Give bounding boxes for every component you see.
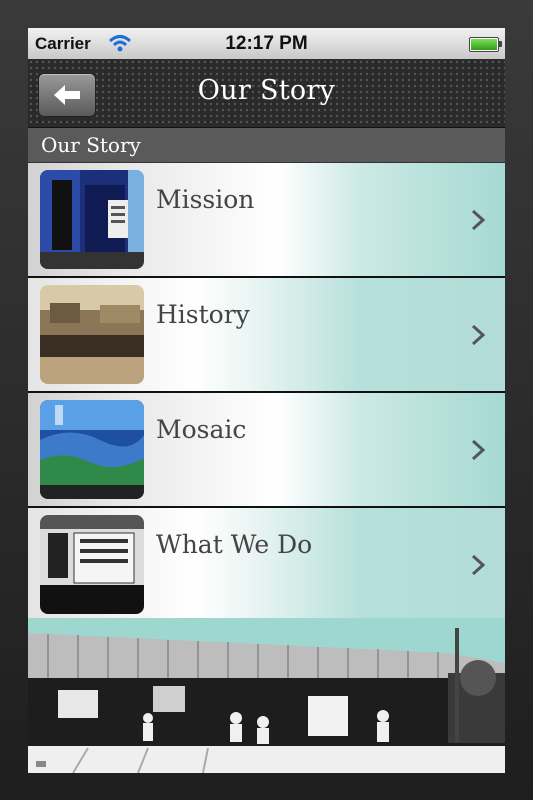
scroll-indicator	[36, 761, 46, 767]
chevron-right-icon	[471, 209, 486, 231]
mission-thumbnail	[40, 170, 144, 269]
battery-tip	[499, 41, 502, 47]
device-frame: Carrier 12:17 PM Our Story Our Story Mis…	[0, 0, 533, 800]
chevron-right-icon	[471, 324, 486, 346]
page-title: Our Story	[197, 75, 336, 106]
battery-fill	[471, 39, 497, 50]
screen: Carrier 12:17 PM Our Story Our Story Mis…	[28, 28, 505, 773]
row-label: What We Do	[156, 530, 313, 559]
section-header: Our Story	[28, 128, 505, 163]
list-item-mosaic[interactable]: Mosaic	[28, 393, 505, 508]
section-header-label: Our Story	[41, 133, 141, 157]
chevron-right-icon	[471, 439, 486, 461]
navigation-bar: Our Story	[28, 59, 505, 128]
row-label: Mission	[156, 185, 255, 214]
clock: 12:17 PM	[225, 33, 308, 54]
status-bar: Carrier 12:17 PM	[28, 28, 505, 60]
mosaic-thumbnail	[40, 400, 144, 499]
list-item-mission[interactable]: Mission	[28, 163, 505, 278]
row-label: History	[156, 300, 250, 329]
row-label: Mosaic	[156, 415, 247, 444]
history-thumbnail	[40, 285, 144, 384]
what-we-do-thumbnail	[40, 515, 144, 614]
building-photo	[28, 618, 505, 773]
list-item-what-we-do[interactable]: What We Do	[28, 508, 505, 623]
battery-icon	[469, 37, 502, 52]
list-item-history[interactable]: History	[28, 278, 505, 393]
chevron-right-icon	[471, 554, 486, 576]
